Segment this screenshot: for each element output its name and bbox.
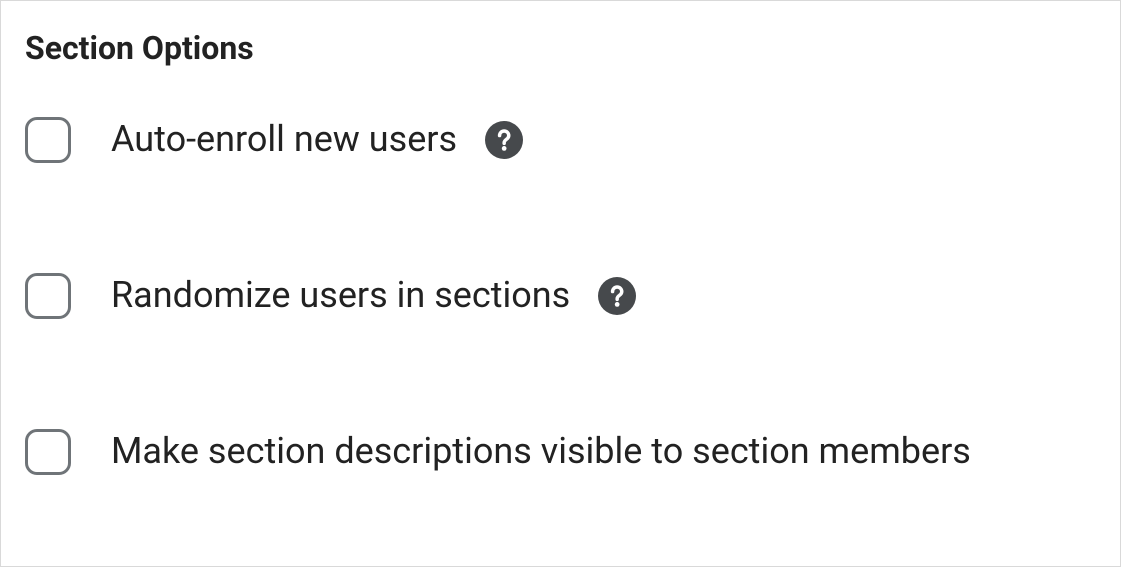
auto-enroll-checkbox[interactable] (25, 117, 71, 163)
randomize-label: Randomize users in sections (111, 274, 570, 317)
panel-title: Section Options (25, 29, 1096, 67)
option-descriptions-visible: Make section descriptions visible to sec… (25, 429, 1096, 475)
auto-enroll-label: Auto-enroll new users (111, 118, 457, 161)
help-icon[interactable] (485, 121, 523, 159)
descriptions-visible-checkbox[interactable] (25, 429, 71, 475)
option-auto-enroll: Auto-enroll new users (25, 117, 1096, 163)
randomize-checkbox[interactable] (25, 273, 71, 319)
descriptions-visible-label: Make section descriptions visible to sec… (111, 430, 971, 473)
option-randomize: Randomize users in sections (25, 273, 1096, 319)
help-icon[interactable] (598, 277, 636, 315)
section-options-panel: Section Options Auto-enroll new users Ra… (0, 0, 1121, 567)
